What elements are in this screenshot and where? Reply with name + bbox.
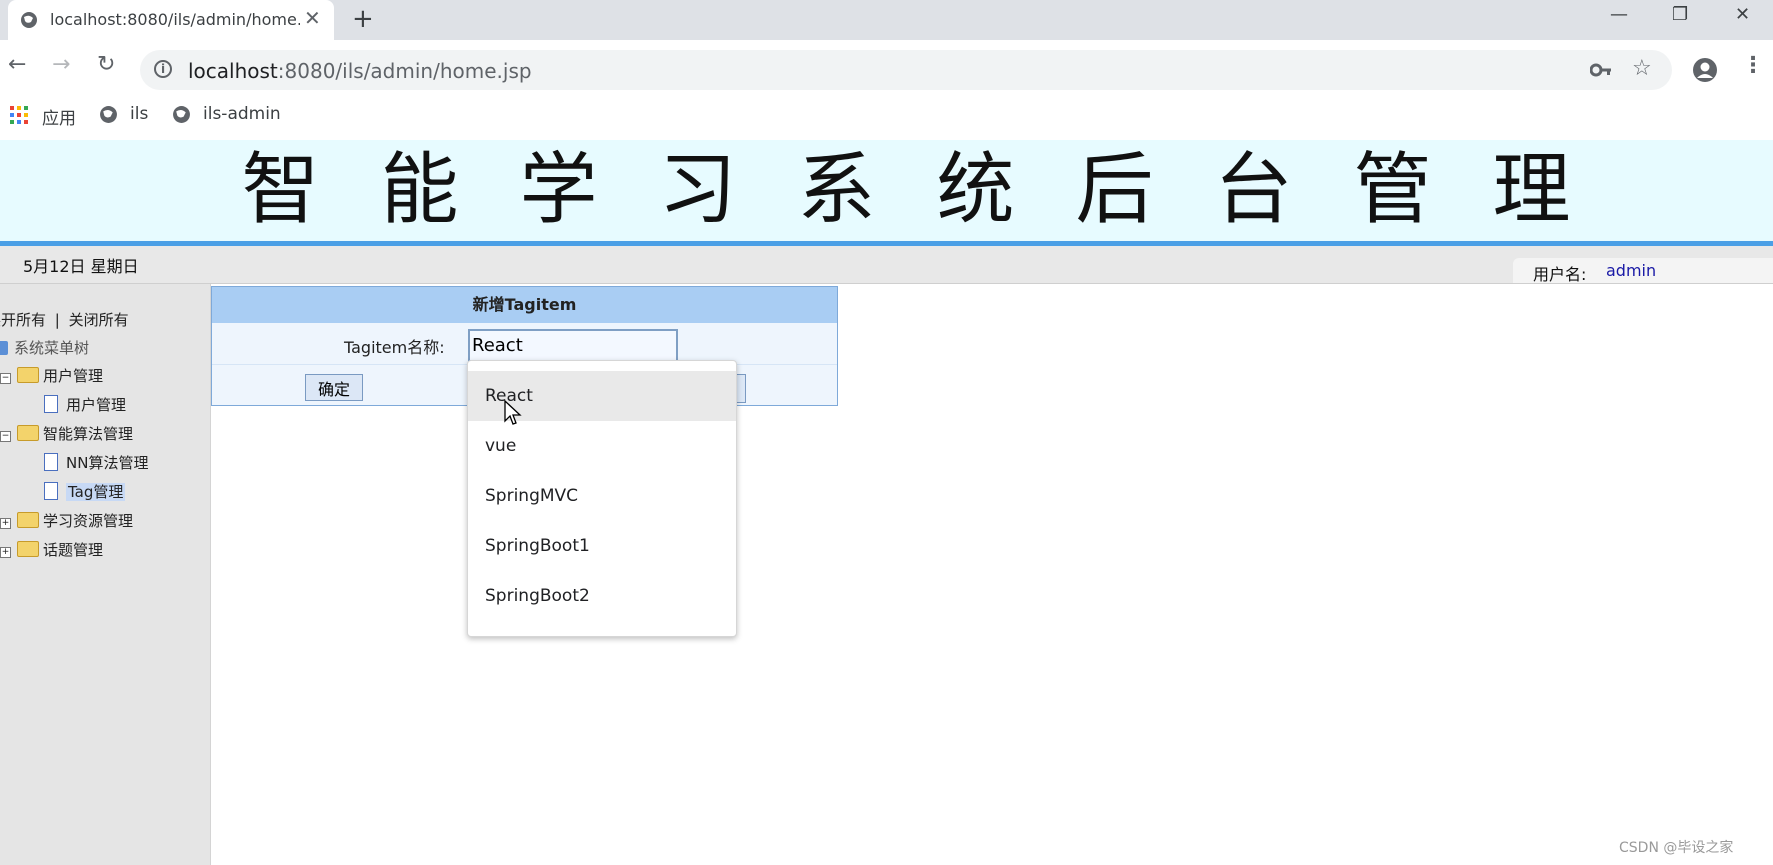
info-bar: 5月12日 星期日 用户名: admin xyxy=(0,246,1773,284)
sidebar-item-tag-management[interactable]: Tag管理 xyxy=(44,481,126,502)
minimize-icon[interactable]: — xyxy=(1610,4,1628,25)
sidebar-item-nn-algorithm[interactable]: NN算法管理 xyxy=(44,452,148,473)
confirm-button[interactable]: 确定 xyxy=(305,374,363,401)
new-tab-icon[interactable]: + xyxy=(352,4,374,34)
close-window-icon[interactable]: ✕ xyxy=(1735,4,1750,25)
bookmark-apps[interactable]: 应用 xyxy=(42,104,76,129)
collapse-all-link[interactable]: 关闭所有 xyxy=(69,311,129,329)
close-tab-icon[interactable]: ✕ xyxy=(304,6,321,30)
profile-icon[interactable] xyxy=(1692,57,1718,83)
globe-icon xyxy=(173,106,190,123)
link-separator: | xyxy=(54,311,60,329)
folder-icon xyxy=(17,367,39,383)
sidebar-menu-tree: 展开所有 | 关闭所有 系统菜单树 −用户管理 用户管理 −智能算法管理 NN算… xyxy=(0,284,211,865)
banner-title: 智能学习系统后台管理 xyxy=(241,145,1632,235)
apps-icon[interactable] xyxy=(10,106,28,124)
mouse-cursor-icon xyxy=(504,400,522,425)
tab-title: localhost:8080/ils/admin/home.jsp xyxy=(50,10,300,29)
collapse-icon[interactable]: − xyxy=(0,373,11,384)
reload-icon[interactable]: ↻ xyxy=(97,52,115,77)
autocomplete-option[interactable]: vue xyxy=(468,421,736,471)
bookmark-ils-admin[interactable]: ils-admin xyxy=(203,104,281,124)
sidebar-item-topic-management[interactable]: + 话题管理 xyxy=(0,539,103,560)
star-icon[interactable]: ☆ xyxy=(1632,56,1652,81)
autocomplete-option[interactable]: SpringMVC xyxy=(468,471,736,521)
expand-icon[interactable]: + xyxy=(0,518,11,529)
url-text[interactable]: localhost:8080/ils/admin/home.jsp xyxy=(188,59,532,83)
key-icon[interactable] xyxy=(1590,62,1612,78)
current-date: 5月12日 星期日 xyxy=(23,257,139,276)
username-value: admin xyxy=(1606,261,1657,280)
sidebar-item-resource-management[interactable]: + 学习资源管理 xyxy=(0,510,133,531)
globe-icon xyxy=(100,106,117,123)
tagitem-name-input[interactable] xyxy=(468,329,678,362)
folder-icon xyxy=(17,512,39,528)
expand-icon[interactable]: + xyxy=(0,547,11,558)
form-title: 新增Tagitem xyxy=(212,287,837,323)
restore-icon[interactable]: ❐ xyxy=(1672,4,1688,25)
expand-all-link[interactable]: 展开所有 xyxy=(0,311,46,329)
sidebar-item-algorithm-management[interactable]: − 智能算法管理 xyxy=(0,423,133,444)
computer-icon xyxy=(0,341,8,355)
username-label: 用户名: xyxy=(1533,265,1587,284)
sidebar-item-user-management[interactable]: − 用户管理 xyxy=(0,365,103,386)
watermark: CSDN @毕设之家 xyxy=(1619,840,1734,856)
page-banner: 智能学习系统后台管理 xyxy=(0,140,1773,246)
autocomplete-option[interactable]: SpringBoot1 xyxy=(468,521,736,571)
autocomplete-option[interactable]: SpringBoot2 xyxy=(468,571,736,621)
menu-icon[interactable]: ⋮ xyxy=(1742,53,1764,78)
collapse-icon[interactable]: − xyxy=(0,431,11,442)
back-icon[interactable]: ← xyxy=(8,52,26,77)
folder-icon xyxy=(17,541,39,557)
page-icon xyxy=(44,453,58,471)
bookmark-ils[interactable]: ils xyxy=(130,104,148,124)
address-bar[interactable]: i localhost:8080/ils/admin/home.jsp ☆ xyxy=(140,50,1672,90)
page-icon xyxy=(44,395,58,413)
globe-icon xyxy=(21,12,37,28)
tagitem-name-label: Tagitem名称: xyxy=(344,338,445,357)
browser-tab[interactable]: localhost:8080/ils/admin/home.jsp ✕ xyxy=(8,0,334,40)
tree-controls: 展开所有 | 关闭所有 xyxy=(0,309,129,330)
user-info: 用户名: admin xyxy=(1513,258,1773,284)
page-icon xyxy=(44,482,58,500)
info-icon[interactable]: i xyxy=(154,60,172,78)
folder-icon xyxy=(17,425,39,441)
sidebar-item-user-management-page[interactable]: 用户管理 xyxy=(44,394,126,415)
forward-icon[interactable]: → xyxy=(52,52,70,77)
tree-root[interactable]: 系统菜单树 xyxy=(0,337,89,358)
